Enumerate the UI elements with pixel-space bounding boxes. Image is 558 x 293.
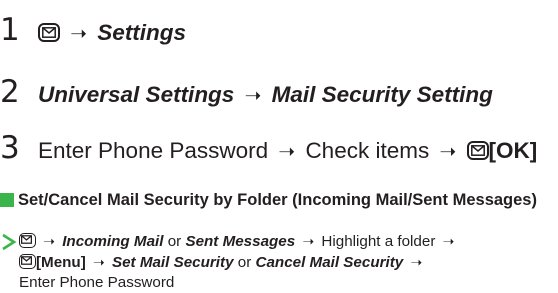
mail-key-icon xyxy=(38,23,60,42)
right-arrow-icon: ➝ xyxy=(410,254,423,270)
step-2: 2 Universal Settings ➝ Mail Security Set… xyxy=(0,74,493,110)
set-mail-security-label: Set Mail Security xyxy=(111,254,234,271)
or-text: or xyxy=(237,254,252,271)
check-items-text: Check items xyxy=(305,138,430,163)
right-arrow-icon: ➝ xyxy=(93,254,105,270)
step-1: 1 ➝ Settings xyxy=(0,12,186,48)
section-heading: Set/Cancel Mail Security by Folder (Inco… xyxy=(18,191,537,209)
step-number: 1 xyxy=(0,12,20,48)
highlight-folder-text: Highlight a folder xyxy=(321,233,436,250)
green-square-bullet xyxy=(0,193,14,207)
right-arrow-icon: ➝ xyxy=(70,23,88,45)
step-number: 2 xyxy=(0,74,20,110)
or-text: or xyxy=(167,233,182,250)
mail-key-icon xyxy=(466,141,489,160)
right-arrow-icon: ➝ xyxy=(278,141,296,163)
enter-password-text: Enter Phone Password xyxy=(38,138,269,163)
mail-key-icon xyxy=(19,254,36,269)
mail-security-setting-label: Mail Security Setting xyxy=(271,82,493,107)
section-instructions: ➝ Incoming Mail or Sent Messages ➝ Highl… xyxy=(19,231,558,293)
mail-key-icon xyxy=(19,233,36,248)
right-arrow-icon: ➝ xyxy=(439,141,457,163)
sent-messages-label: Sent Messages xyxy=(185,233,296,250)
incoming-mail-label: Incoming Mail xyxy=(62,233,164,250)
enter-password-text: Enter Phone Password xyxy=(19,274,175,291)
right-arrow-icon: ➝ xyxy=(43,233,55,249)
step-number: 3 xyxy=(0,130,20,166)
right-arrow-icon: ➝ xyxy=(302,233,315,249)
settings-label: Settings xyxy=(97,20,187,45)
cancel-mail-security-label: Cancel Mail Security xyxy=(255,254,404,271)
universal-settings-label: Universal Settings xyxy=(38,82,235,107)
caret-right-icon xyxy=(2,233,17,251)
step-3: 3 Enter Phone Password ➝ Check items ➝ [… xyxy=(0,130,537,166)
menu-label: [Menu] xyxy=(36,254,86,271)
ok-label: [OK] xyxy=(488,138,538,163)
right-arrow-icon: ➝ xyxy=(442,233,455,249)
right-arrow-icon: ➝ xyxy=(244,85,262,107)
